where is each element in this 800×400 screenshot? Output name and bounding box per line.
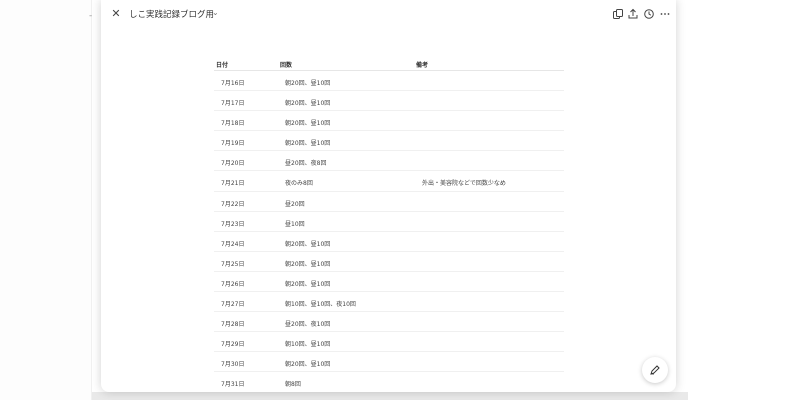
cell-count: 朝20回、昼10回 — [285, 280, 331, 288]
cell-count: 朝20回、昼10回 — [285, 120, 331, 128]
cell-date: 7月29日 — [221, 341, 245, 349]
table-row[interactable]: 7月16日 朝20回、昼10回 — [214, 71, 564, 92]
cell-date: 7月18日 — [221, 120, 245, 128]
table-row[interactable]: 7月27日 朝10回、昼10回、夜10回 — [214, 292, 564, 313]
header-note: 備考 — [416, 62, 429, 69]
edit-pen-icon — [650, 365, 660, 375]
table-row[interactable]: 7月17日 朝20回、昼10回 — [214, 91, 564, 112]
cell-count: 朝20回、昼10回 — [285, 140, 331, 148]
cell-count: 昼20回、夜10回 — [285, 321, 331, 329]
cell-count: 朝8回 — [285, 381, 301, 389]
cell-date: 7月19日 — [221, 140, 245, 148]
close-icon[interactable]: ✕ — [109, 7, 123, 21]
table-row[interactable]: 7月25日 朝20回、昼10回 — [214, 252, 564, 272]
cell-count: 朝20回、昼10回 — [285, 260, 331, 268]
more-icon[interactable] — [659, 8, 671, 20]
cell-count: 昼10回 — [285, 220, 305, 228]
table-header: 日付 回数 備考 — [214, 58, 564, 71]
panel-header: ✕ しこ実践記録ブログ用 ⌄ — [101, 0, 676, 30]
cell-date: 7月23日 — [221, 220, 245, 228]
cell-date: 7月24日 — [221, 240, 245, 248]
record-table: 日付 回数 備考 7月16日 朝20回、昼10回 7月17日 朝20回、昼10回… — [214, 58, 564, 392]
cell-date: 7月28日 — [221, 321, 245, 329]
cell-count: 昼20回 — [285, 200, 305, 208]
cell-count: 朝20回、昼10回 — [285, 240, 331, 248]
table-row[interactable]: 7月20日 昼20回、夜8回 — [214, 151, 564, 172]
document-title[interactable]: しこ実践記録ブログ用 — [129, 8, 214, 20]
copy-icon[interactable] — [612, 8, 624, 20]
cell-date: 7月17日 — [221, 100, 245, 108]
header-count: 回数 — [280, 62, 293, 69]
table-row[interactable]: 7月21日 夜のみ8回 外出・美容院などで回数少なめ — [214, 171, 564, 192]
cell-date: 7月22日 — [221, 200, 245, 208]
cell-date: 7月21日 — [221, 180, 245, 188]
cell-count: 昼20回、夜8回 — [285, 160, 327, 168]
chevron-down-icon[interactable]: ⌄ — [212, 8, 219, 17]
edit-pen-button[interactable] — [642, 357, 668, 383]
cell-date: 7月25日 — [221, 260, 245, 268]
cell-count: 朝10回、昼10回、夜10回 — [285, 301, 356, 309]
cell-date: 7月20日 — [221, 160, 245, 168]
cell-count: 朝20回、昼10回 — [285, 361, 331, 369]
cell-date: 7月26日 — [221, 280, 245, 288]
table-row[interactable]: 7月24日 朝20回、昼10回 — [214, 232, 564, 252]
cell-count: 朝10回、昼10回 — [285, 341, 331, 349]
table-row[interactable]: 7月29日 朝10回、昼10回 — [214, 332, 564, 353]
table-row[interactable]: 7月23日 昼10回 — [214, 212, 564, 232]
background-mark: - — [89, 11, 93, 21]
table-row[interactable]: 7月18日 朝20回、昼10回 — [214, 111, 564, 132]
share-icon[interactable] — [627, 8, 639, 20]
table-row[interactable]: 7月22日 昼20回 — [214, 192, 564, 212]
table-row[interactable]: 7月30日 朝20回、昼10回 — [214, 352, 564, 373]
cell-count: 朝20回、昼10回 — [285, 80, 331, 87]
cell-note: 外出・美容院などで回数少なめ — [422, 180, 506, 188]
cell-date: 7月27日 — [221, 301, 245, 309]
background-sidebar — [0, 0, 92, 400]
table-row[interactable]: 7月31日 朝8回 — [214, 372, 564, 392]
table-row[interactable]: 7月19日 朝20回、昼10回 — [214, 131, 564, 152]
document-panel: ✕ しこ実践記録ブログ用 ⌄ 日付 回数 備考 7月16日 朝20回、昼10回 … — [101, 0, 676, 392]
table-row[interactable]: 7月26日 朝20回、昼10回 — [214, 272, 564, 293]
cell-date: 7月16日 — [221, 80, 245, 87]
cell-count: 朝20回、昼10回 — [285, 100, 331, 108]
cell-date: 7月30日 — [221, 361, 245, 369]
header-date: 日付 — [216, 62, 229, 69]
background-shade — [92, 392, 688, 400]
history-icon[interactable] — [643, 8, 655, 20]
table-row[interactable]: 7月28日 昼20回、夜10回 — [214, 312, 564, 333]
cell-date: 7月31日 — [221, 381, 245, 389]
cell-count: 夜のみ8回 — [285, 180, 313, 188]
